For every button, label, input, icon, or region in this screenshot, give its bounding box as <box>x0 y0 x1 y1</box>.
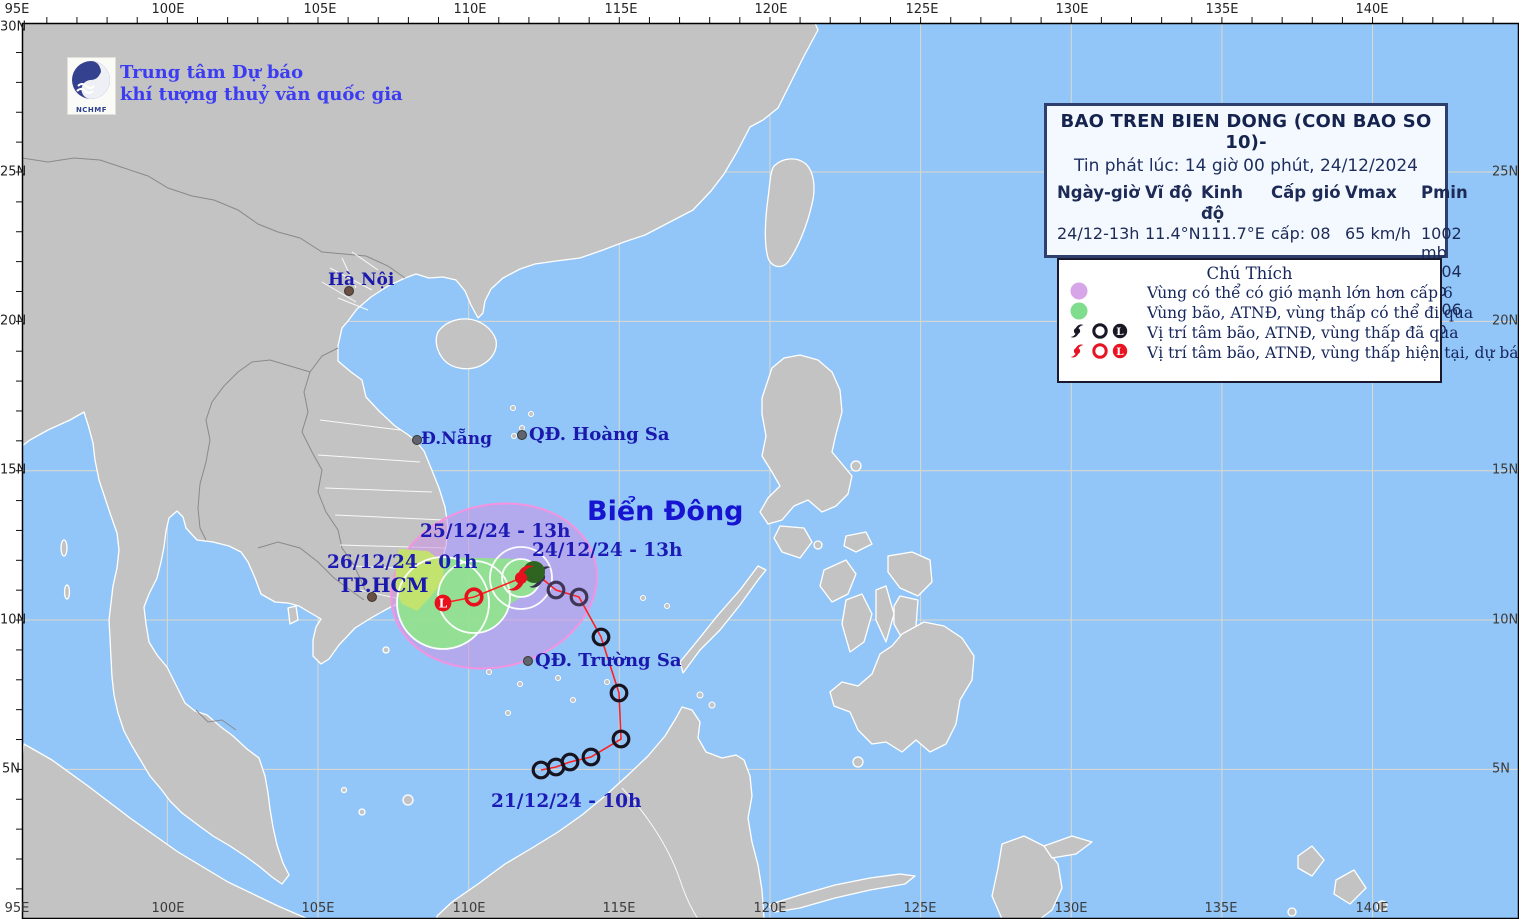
table-cell: 111.7°E <box>1201 224 1271 262</box>
legend-items: Vùng có thể có gió mạnh lớn hơn cấp 6Vùn… <box>1059 283 1440 363</box>
axis-label-right: 20N <box>1492 314 1518 329</box>
forecast-low-letter: L <box>439 597 448 611</box>
islet <box>853 757 863 767</box>
table-header-cell: Vmax <box>1345 182 1421 224</box>
map-label-q-tr-ng-sa: QĐ. Trường Sa <box>535 650 682 671</box>
axis-label-bottom: 100E <box>151 901 184 916</box>
table-header-cell: Vĩ độ <box>1145 182 1201 224</box>
nchmf-logo-icon <box>68 58 115 102</box>
axis-label-bottom: 120E <box>753 901 786 916</box>
track-date-label: 25/12/24 - 13h <box>420 521 571 542</box>
table-header-cell: Kinh độ <box>1201 182 1271 224</box>
map-label-q-ho-ng-sa: QĐ. Hoàng Sa <box>529 424 670 445</box>
table-cell: 1002 mb <box>1421 224 1481 262</box>
storm-bulletin-box: BAO TREN BIEN DONG (CON BAO SO 10)- Tin … <box>1044 103 1448 258</box>
axis-label-left: 15N <box>0 463 20 478</box>
axis-label-bottom: 115E <box>602 901 635 916</box>
storm-forecast-map: L NCHMF Trung tâm Dự báo khí tượng thuỷ … <box>0 0 1519 919</box>
axis-label-top: 115E <box>604 2 637 17</box>
zone-color-icon <box>1067 281 1131 301</box>
position-symbols-icon: L <box>1067 341 1131 361</box>
phu-quoc-islet <box>288 606 298 624</box>
table-cell: 24/12-13h <box>1057 224 1145 262</box>
sea-name-label: Biển Đông <box>587 496 744 527</box>
islet <box>342 788 347 793</box>
table-cell: cấp: 08 <box>1271 224 1345 262</box>
legend-item: Vùng bão, ATNĐ, vùng thấp có thể đi qua <box>1059 303 1440 323</box>
islet <box>851 461 861 471</box>
axis-label-top: 105E <box>303 2 336 17</box>
table-header-cell: Pmin <box>1421 182 1481 224</box>
andaman-islet <box>65 585 70 599</box>
axis-label-top: 130E <box>1055 2 1088 17</box>
axis-label-left: 30N <box>0 20 20 35</box>
map-label--n-ng: Đ.Nẵng <box>421 429 492 449</box>
axis-label-right: 5N <box>1492 762 1510 777</box>
table-cell: 65 km/h <box>1345 224 1421 262</box>
axis-label-right: 15N <box>1492 463 1518 478</box>
legend-item: LVị trí tâm bão, ATNĐ, vùng thấp hiện tạ… <box>1059 343 1440 363</box>
natuna-islet <box>403 795 413 805</box>
axis-label-top: 140E <box>1355 2 1388 17</box>
axis-label-bottom: 110E <box>452 901 485 916</box>
table-header-cell: Cấp gió <box>1271 182 1345 224</box>
agency-line2: khí tượng thuỷ văn quốc gia <box>120 84 403 106</box>
axis-label-bottom: 95E <box>5 901 30 916</box>
legend-item-label: Vị trí tâm bão, ATNĐ, vùng thấp đã qua <box>1147 324 1458 342</box>
table-header-row: Ngày-giờVĩ độKinh độCấp gióVmaxPmin <box>1057 182 1445 224</box>
nchmf-logo-text: NCHMF <box>68 106 115 114</box>
axis-label-top: 135E <box>1205 2 1238 17</box>
track-date-label: 24/12/24 - 13h <box>532 540 683 561</box>
islet <box>359 809 365 815</box>
city-dot <box>524 657 533 666</box>
table-cell: 11.4°N <box>1145 224 1201 262</box>
legend-box: Chú Thích Vùng có thể có gió mạnh lớn hơ… <box>1057 258 1442 383</box>
map-label-h-n-i: Hà Nội <box>328 270 394 290</box>
axis-label-top: 100E <box>151 2 184 17</box>
legend-item-label: Vị trí tâm bão, ATNĐ, vùng thấp hiện tại… <box>1147 344 1519 362</box>
axis-label-left: 20N <box>0 314 20 329</box>
islet <box>814 541 822 549</box>
zone-color-icon <box>1067 301 1131 321</box>
axis-label-left: 10N <box>0 613 20 628</box>
axis-label-top: 120E <box>754 2 787 17</box>
city-dot <box>518 431 527 440</box>
axis-label-right: 25N <box>1492 165 1518 180</box>
nchmf-logo: NCHMF <box>67 57 116 115</box>
table-header-cell: Ngày-giờ <box>1057 182 1145 224</box>
bulletin-issued-time: Tin phát lúc: 14 giờ 00 phút, 24/12/2024 <box>1047 156 1445 176</box>
legend-item-label: Vùng có thể có gió mạnh lớn hơn cấp 6 <box>1147 284 1453 302</box>
legend-item: Vùng có thể có gió mạnh lớn hơn cấp 6 <box>1059 283 1440 303</box>
axis-label-bottom: 130E <box>1054 901 1087 916</box>
track-date-label: 26/12/24 - 01h <box>327 552 478 573</box>
legend-symbol: L <box>1059 341 1147 365</box>
axis-label-top: 95E <box>5 2 30 17</box>
axis-label-top: 125E <box>905 2 938 17</box>
bulletin-title: BAO TREN BIEN DONG (CON BAO SO 10)- <box>1047 111 1445 153</box>
map-label-tp-hcm: TP.HCM <box>338 573 429 597</box>
axis-label-bottom: 140E <box>1355 901 1388 916</box>
axis-label-bottom: 125E <box>903 901 936 916</box>
table-data-row: 24/12-13h11.4°N111.7°Ecấp: 0865 km/h1002… <box>1057 224 1445 262</box>
svg-text:L: L <box>1116 346 1124 358</box>
svg-text:L: L <box>1116 326 1124 338</box>
position-symbols-icon: L <box>1067 321 1131 341</box>
andaman-islet <box>61 540 67 556</box>
axis-label-right: 10N <box>1492 613 1518 628</box>
con-dao-islet <box>383 647 389 653</box>
islet <box>1288 908 1296 916</box>
axis-label-bottom: 105E <box>301 901 334 916</box>
agency-name: Trung tâm Dự báo khí tượng thuỷ văn quốc… <box>120 62 403 106</box>
legend-item-label: Vùng bão, ATNĐ, vùng thấp có thể đi qua <box>1147 304 1473 322</box>
axis-label-left: 5N <box>0 762 20 777</box>
axis-label-bottom: 135E <box>1204 901 1237 916</box>
axis-label-left: 25N <box>0 165 20 180</box>
track-date-label: 21/12/24 - 10h <box>491 791 642 812</box>
legend-item: LVị trí tâm bão, ATNĐ, vùng thấp đã qua <box>1059 323 1440 343</box>
axis-label-top: 110E <box>453 2 486 17</box>
agency-line1: Trung tâm Dự báo <box>120 62 403 84</box>
